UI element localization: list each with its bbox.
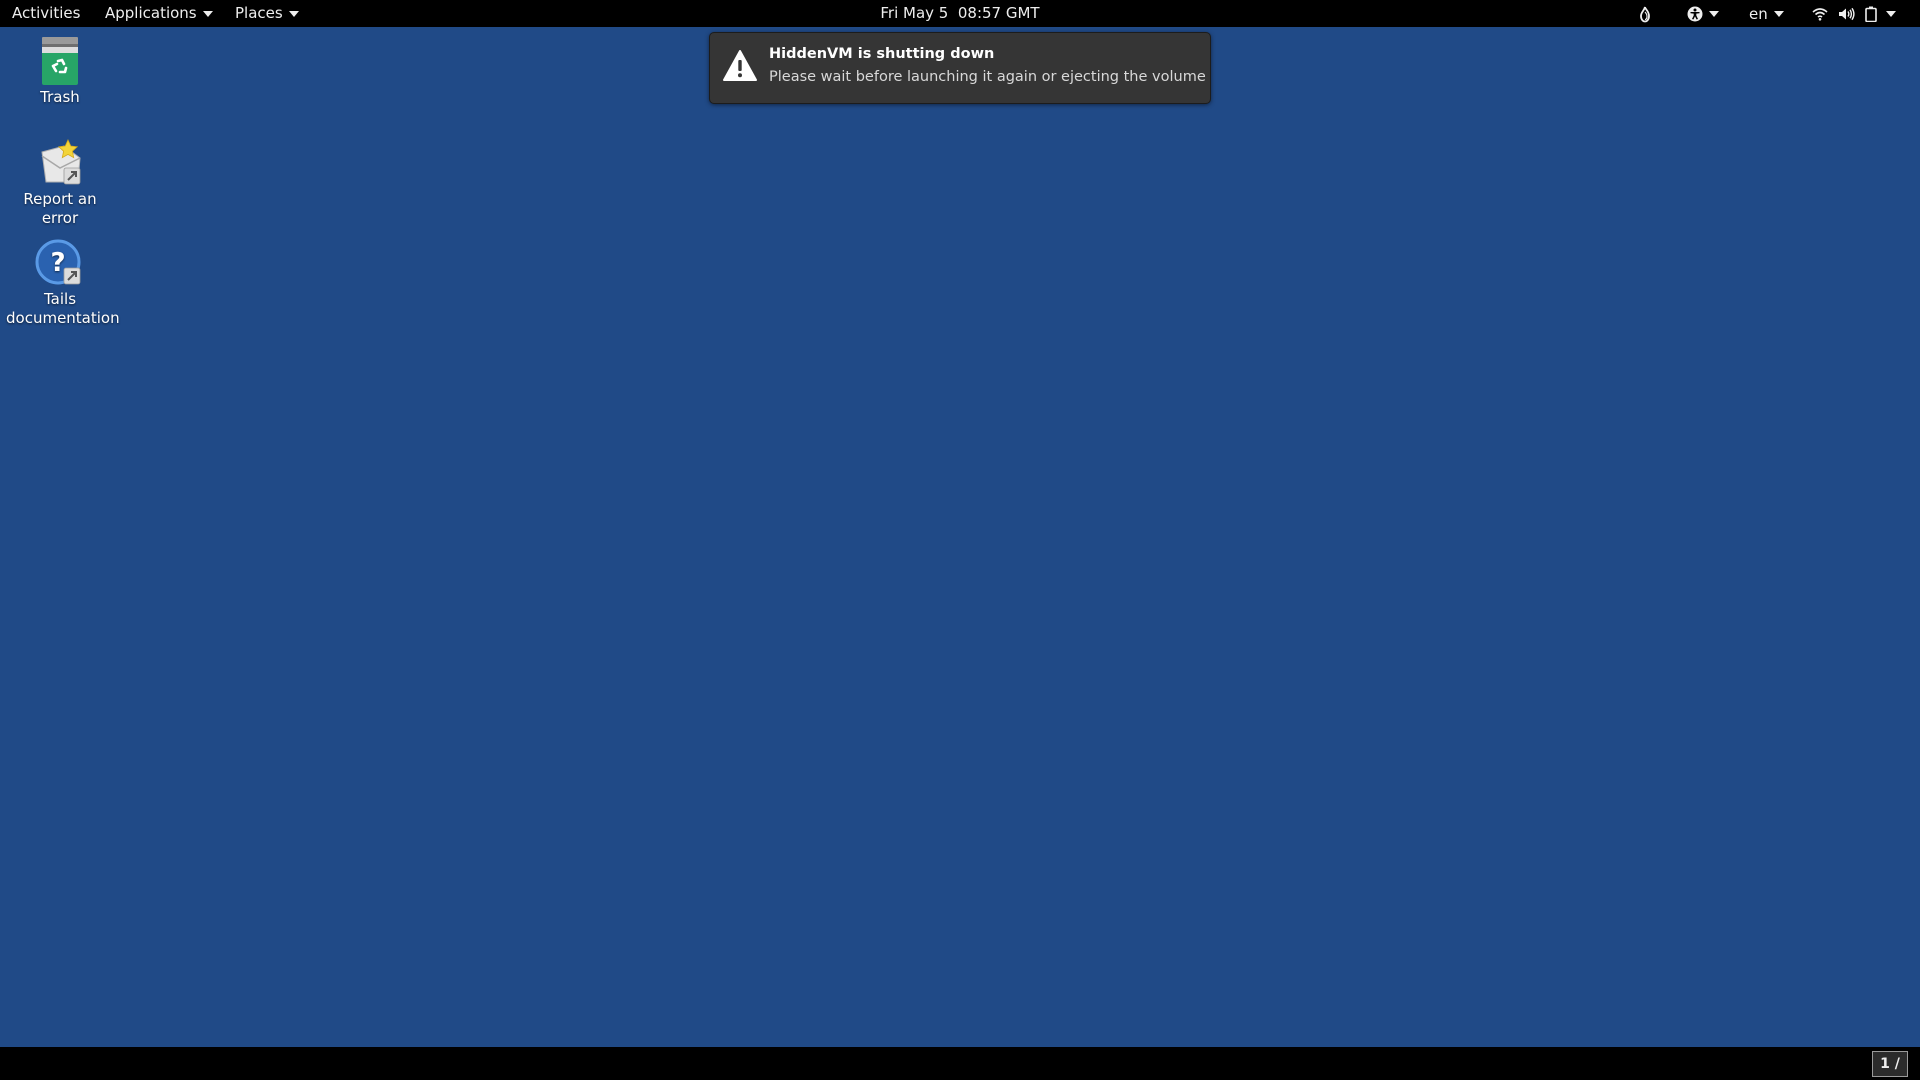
wifi-icon: [1812, 7, 1828, 21]
desktop-icon-label: Report an error: [23, 190, 97, 227]
clock-button[interactable]: Fri May 5 08:57 GMT: [880, 4, 1039, 22]
desktop-icon-trash[interactable]: Trash: [6, 34, 114, 107]
report-error-icon: [34, 136, 86, 188]
tor-status-button[interactable]: [1637, 0, 1653, 27]
language-label: en: [1749, 4, 1768, 23]
trash-icon: [34, 34, 86, 86]
desktop-icon-tails-documentation[interactable]: ? Tails documentation: [6, 236, 120, 328]
desktop-icon-report-error[interactable]: Report an error: [6, 136, 114, 228]
chevron-down-icon: [1773, 10, 1784, 17]
battery-icon: [1865, 6, 1877, 22]
places-menu[interactable]: Places: [235, 0, 299, 27]
accessibility-icon: [1687, 6, 1703, 21]
tor-onion-icon: [1640, 6, 1650, 22]
chevron-down-icon: [288, 11, 299, 17]
desktop-icon-label: Trash: [40, 88, 80, 106]
notification-title: HiddenVM is shutting down: [769, 46, 995, 62]
chevron-down-icon: [1709, 10, 1719, 17]
warning-icon: [722, 48, 758, 84]
places-label: Places: [235, 4, 283, 22]
applications-menu[interactable]: Applications: [105, 0, 213, 27]
chevron-down-icon: [202, 11, 213, 17]
accessibility-menu[interactable]: [1687, 0, 1719, 27]
svg-text:?: ?: [50, 248, 65, 278]
system-menu-chevron-icon: [1886, 10, 1896, 17]
top-panel: Activities Applications Places Fri May 5…: [0, 0, 1920, 27]
desktop-icon-label: Tails documentation: [6, 290, 120, 327]
notification-banner[interactable]: HiddenVM is shutting down Please wait be…: [709, 32, 1211, 104]
applications-label: Applications: [105, 4, 197, 22]
system-menu[interactable]: [1812, 0, 1896, 27]
activities-button[interactable]: Activities: [12, 0, 80, 27]
bottom-panel: 1 / 1: [0, 1047, 1920, 1080]
workspace-indicator[interactable]: 1 / 1: [1872, 1051, 1908, 1077]
notification-body: Please wait before launching it again or…: [769, 69, 1206, 85]
activities-label: Activities: [12, 4, 81, 22]
volume-icon: [1839, 7, 1855, 20]
help-icon: ?: [34, 236, 86, 288]
language-menu[interactable]: en: [1749, 0, 1784, 27]
